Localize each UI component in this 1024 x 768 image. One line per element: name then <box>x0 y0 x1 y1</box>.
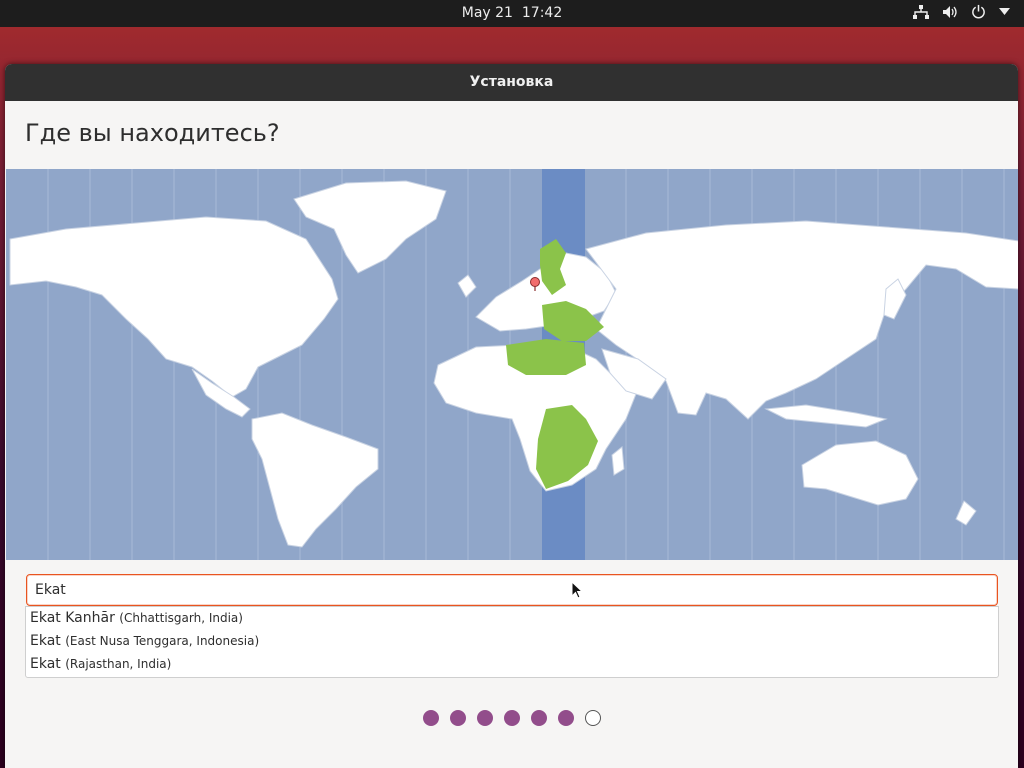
suggestion-region: (Chhattisgarh, India) <box>119 611 243 625</box>
power-icon[interactable] <box>971 4 986 19</box>
new-zealand <box>955 500 977 526</box>
mouse-pointer-icon <box>571 580 584 603</box>
progress-dot-complete <box>557 710 574 726</box>
page-heading: Где вы находитесь? <box>25 119 280 147</box>
indonesia <box>764 404 888 428</box>
clock[interactable]: May 21 17:42 <box>0 5 1024 21</box>
uk <box>457 274 477 298</box>
madagascar <box>611 446 625 476</box>
top-bar: May 21 17:42 <box>0 0 1024 27</box>
system-tray[interactable] <box>913 4 1010 19</box>
time-label: 17:42 <box>521 5 563 21</box>
suggestion-item[interactable]: Ekat (East Nusa Tenggara, Indonesia) <box>26 630 998 653</box>
suggestion-item[interactable]: Ekat (Rajasthan, India) <box>26 653 998 676</box>
suggestion-name: Ekat <box>30 633 61 649</box>
dropdown-arrow-icon[interactable] <box>999 8 1010 15</box>
progress-dot-complete <box>422 710 439 726</box>
suggestion-name: Ekat <box>30 656 61 672</box>
progress-dot-complete <box>503 710 520 726</box>
window-title: Установка <box>5 64 1018 101</box>
timezone-map[interactable] <box>6 169 1018 560</box>
suggestion-name: Ekat Kanhār <box>30 610 115 626</box>
south-america <box>251 412 379 548</box>
progress-dot-complete <box>530 710 547 726</box>
progress-dot-complete <box>449 710 466 726</box>
location-search-input[interactable] <box>26 574 998 606</box>
date-label: May 21 <box>461 5 513 21</box>
suggestion-region: (Rajasthan, India) <box>65 657 172 671</box>
suggestion-item[interactable]: Ekat Kanhār (Chhattisgarh, India) <box>26 607 998 630</box>
location-search-field[interactable] <box>27 575 997 605</box>
australia <box>801 440 919 506</box>
installer-window: Установка Где вы находитесь? Ekat Ekat K… <box>5 64 1018 768</box>
progress-dots <box>5 710 1018 726</box>
progress-dot-current <box>584 710 601 726</box>
progress-dot-complete <box>476 710 493 726</box>
location-suggestions-list: Ekat Kanhār (Chhattisgarh, India) Ekat (… <box>25 606 999 678</box>
volume-icon[interactable] <box>942 5 958 19</box>
network-icon[interactable] <box>913 4 929 19</box>
suggestion-region: (East Nusa Tenggara, Indonesia) <box>65 634 260 648</box>
